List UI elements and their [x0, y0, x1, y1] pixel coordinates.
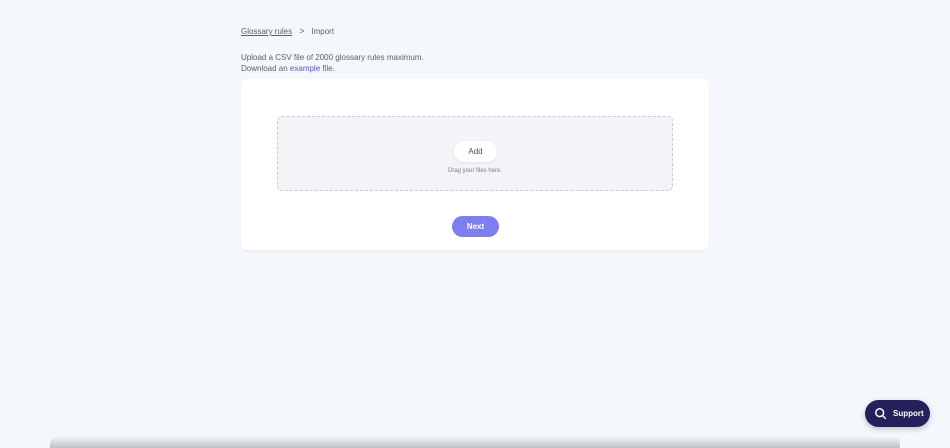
breadcrumb-separator-icon: > — [299, 26, 305, 36]
download-suffix: file. — [320, 64, 335, 73]
download-prefix: Download an — [241, 64, 290, 73]
breadcrumb-glossary-rules-link[interactable]: Glossary rules — [241, 27, 292, 36]
support-button[interactable]: Support — [865, 400, 930, 427]
instructions-line-download: Download an example file. — [241, 63, 424, 74]
support-label: Support — [893, 409, 924, 418]
search-icon — [875, 408, 887, 420]
breadcrumb-current: Import — [311, 27, 335, 36]
drag-hint: Drag your files here. — [447, 168, 503, 174]
example-file-link[interactable]: example — [290, 64, 320, 73]
next-button[interactable]: Next — [452, 216, 499, 237]
add-file-button[interactable]: Add — [454, 141, 497, 162]
instructions-line-limit: Upload a CSV file of 2000 glossary rules… — [241, 53, 424, 62]
import-instructions: Upload a CSV file of 2000 glossary rules… — [241, 52, 424, 74]
import-card: Add Drag your files here. Next — [241, 79, 709, 250]
breadcrumb: Glossary rules > Import — [241, 26, 335, 37]
file-dropzone[interactable]: Add Drag your files here. — [277, 116, 673, 191]
bottom-shadow — [50, 436, 900, 448]
page: Glossary rules > Import Upload a CSV fil… — [0, 0, 950, 448]
